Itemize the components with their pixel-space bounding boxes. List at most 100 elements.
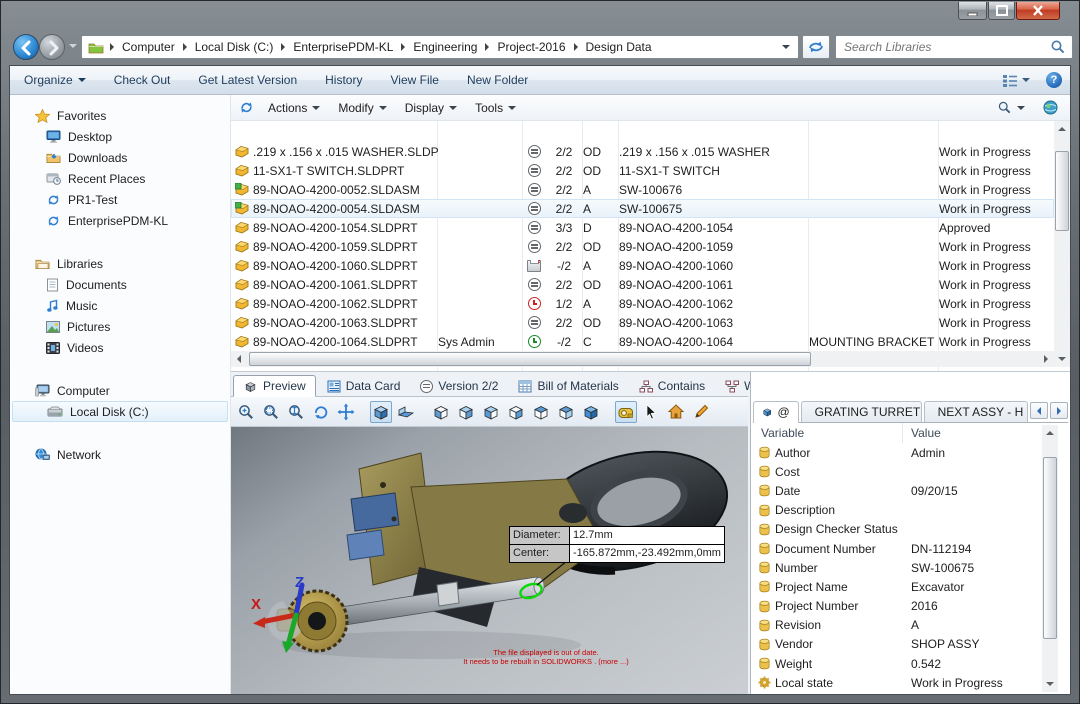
breadcrumb-item[interactable]: Design Data: [580, 40, 658, 54]
tab-contains[interactable]: Contains: [630, 376, 714, 396]
right-view-button[interactable]: [505, 401, 527, 423]
new-folder-button[interactable]: New Folder: [453, 73, 542, 87]
breadcrumb-dropdown-icon[interactable]: [782, 45, 790, 49]
variable-row[interactable]: Document NumberDN-112194: [753, 539, 1036, 558]
menu-display[interactable]: Display: [396, 101, 466, 115]
sidebar-item-pr1-test[interactable]: PR1-Test: [10, 189, 230, 210]
back-view-button[interactable]: [455, 401, 477, 423]
sidebar-item-desktop[interactable]: Desktop: [10, 126, 230, 147]
horizontal-scrollbar[interactable]: [231, 351, 1054, 367]
3d-viewport[interactable]: Diameter: 12.7mm Center: -165.872mm,-23.…: [231, 427, 748, 694]
view-file-button[interactable]: View File: [376, 73, 452, 87]
refresh-button[interactable]: [802, 35, 830, 59]
rotate-button[interactable]: [310, 401, 332, 423]
search-icon[interactable]: [1050, 39, 1066, 55]
vertical-scrollbar[interactable]: [1054, 121, 1070, 367]
table-row[interactable]: 89-NOAO-4200-0052.SLDASM 2/2A SW-100676W…: [231, 180, 1054, 199]
sidebar-item-videos[interactable]: Videos: [10, 337, 230, 358]
variable-row[interactable]: Design Checker Status: [753, 520, 1036, 539]
tab-scroll-left-button[interactable]: [1030, 402, 1048, 419]
check-out-button[interactable]: Check Out: [100, 73, 185, 87]
maximize-button[interactable]: [988, 2, 1015, 20]
breadcrumb-item[interactable]: Local Disk (C:): [189, 40, 280, 54]
history-button[interactable]: History: [311, 73, 376, 87]
zoom-area-button[interactable]: [260, 401, 282, 423]
table-row[interactable]: 89-NOAO-4200-1054.SLDPRT 3/3D 89-NOAO-42…: [231, 218, 1054, 237]
sidebar-item-music[interactable]: Music: [10, 295, 230, 316]
variable-row[interactable]: Project Number2016: [753, 597, 1036, 616]
vault-options-button[interactable]: [1034, 100, 1070, 115]
change-view-button[interactable]: [994, 74, 1038, 87]
menu-actions[interactable]: Actions: [259, 101, 329, 115]
sidebar-section-network[interactable]: Network: [10, 444, 230, 465]
table-row[interactable]: 89-NOAO-4200-1059.SLDPRT 2/2OD 89-NOAO-4…: [231, 237, 1054, 256]
top-view-button[interactable]: [530, 401, 552, 423]
sidebar-item-enterprisepdm-kl[interactable]: EnterprisePDM-KL: [10, 210, 230, 231]
zoom-in-button[interactable]: [235, 401, 257, 423]
forward-button[interactable]: [39, 34, 65, 60]
draft-view-button[interactable]: [395, 401, 417, 423]
scrollbar-thumb[interactable]: [249, 352, 811, 366]
scroll-up-button[interactable]: [1042, 425, 1058, 441]
scroll-down-button[interactable]: [1054, 351, 1070, 367]
tab-scroll-right-button[interactable]: [1050, 402, 1068, 419]
breadcrumb-item[interactable]: Computer: [116, 40, 181, 54]
tab-preview[interactable]: Preview: [233, 375, 316, 397]
tab-data-card[interactable]: Data Card: [318, 376, 410, 396]
variable-row[interactable]: Local stateWork in Progress: [753, 673, 1036, 692]
variable-row[interactable]: Weight0.542: [753, 654, 1036, 673]
markup-button[interactable]: [690, 401, 712, 423]
isometric-view-button[interactable]: [580, 401, 602, 423]
vault-sync-icon[interactable]: [231, 100, 259, 115]
sidebar-item-downloads[interactable]: Downloads: [10, 147, 230, 168]
tab-grating-turret[interactable]: GRATING TURRET: [801, 401, 922, 422]
menu-modify[interactable]: Modify: [329, 101, 395, 115]
scroll-left-button[interactable]: [231, 351, 247, 367]
scrollbar-thumb[interactable]: [1055, 151, 1069, 231]
sidebar-item-documents[interactable]: Documents: [10, 274, 230, 295]
variable-row[interactable]: NumberSW-100675: [753, 558, 1036, 577]
breadcrumb-item[interactable]: Project-2016: [491, 40, 571, 54]
variable-row[interactable]: Date09/20/15: [753, 481, 1036, 500]
close-button[interactable]: [1016, 2, 1060, 20]
table-row[interactable]: 89-NOAO-4200-1060.SLDPRT -/2A 89-NOAO-42…: [231, 256, 1054, 275]
menu-tools[interactable]: Tools: [466, 101, 525, 115]
table-row[interactable]: 11-SX1-T SWITCH.SLDPRT 2/2OD 11-SX1-T SW…: [231, 161, 1054, 180]
tab-version[interactable]: Version 2/2: [411, 376, 507, 396]
minimize-button[interactable]: [958, 2, 987, 20]
table-row[interactable]: 89-NOAO-4200-1063.SLDPRT 2/2OD 89-NOAO-4…: [231, 313, 1054, 332]
zoom-fit-button[interactable]: [285, 401, 307, 423]
sidebar-item-pictures[interactable]: Pictures: [10, 316, 230, 337]
help-button[interactable]: ?: [1038, 72, 1070, 88]
variable-row[interactable]: AuthorAdmin: [753, 443, 1036, 462]
front-view-button[interactable]: [430, 401, 452, 423]
variable-row[interactable]: Project NameExcavator: [753, 577, 1036, 596]
sidebar-section-libraries[interactable]: Libraries: [10, 253, 230, 274]
table-row[interactable]: 89-NOAO-4200-1064.SLDPRTSys Admin -/2C 8…: [231, 332, 1054, 351]
data-card-scrollbar[interactable]: [1042, 425, 1058, 692]
variable-row[interactable]: VendorSHOP ASSY: [753, 635, 1036, 654]
variable-row[interactable]: RevisionA: [753, 616, 1036, 635]
sidebar-section-favorites[interactable]: Favorites: [10, 105, 230, 126]
breadcrumb[interactable]: Computer Local Disk (C:) EnterprisePDM-K…: [81, 35, 799, 59]
tab-next-assy[interactable]: NEXT ASSY - H: [924, 401, 1028, 422]
search-input[interactable]: [836, 40, 1050, 54]
breadcrumb-item[interactable]: Engineering: [407, 40, 483, 54]
home-view-button[interactable]: [665, 401, 687, 423]
breadcrumb-item[interactable]: EnterprisePDM-KL: [287, 40, 399, 54]
scroll-up-button[interactable]: [1054, 121, 1070, 137]
bottom-view-button[interactable]: [555, 401, 577, 423]
variable-row[interactable]: Description: [753, 501, 1036, 520]
sidebar-item-recent-places[interactable]: Recent Places: [10, 168, 230, 189]
table-row[interactable]: 89-NOAO-4200-1061.SLDPRT 2/2OD 89-NOAO-4…: [231, 275, 1054, 294]
select-button[interactable]: [640, 401, 662, 423]
left-view-button[interactable]: [480, 401, 502, 423]
organize-button[interactable]: Organize: [10, 73, 100, 87]
table-row[interactable]: 89-NOAO-4200-1062.SLDPRT 1/2A 89-NOAO-42…: [231, 294, 1054, 313]
pan-button[interactable]: [335, 401, 357, 423]
sidebar-section-computer[interactable]: Computer: [10, 380, 230, 401]
history-dropdown-icon[interactable]: [69, 44, 77, 48]
scroll-right-button[interactable]: [1038, 351, 1054, 367]
scroll-down-button[interactable]: [1042, 676, 1058, 692]
variable-row[interactable]: Cost: [753, 462, 1036, 481]
